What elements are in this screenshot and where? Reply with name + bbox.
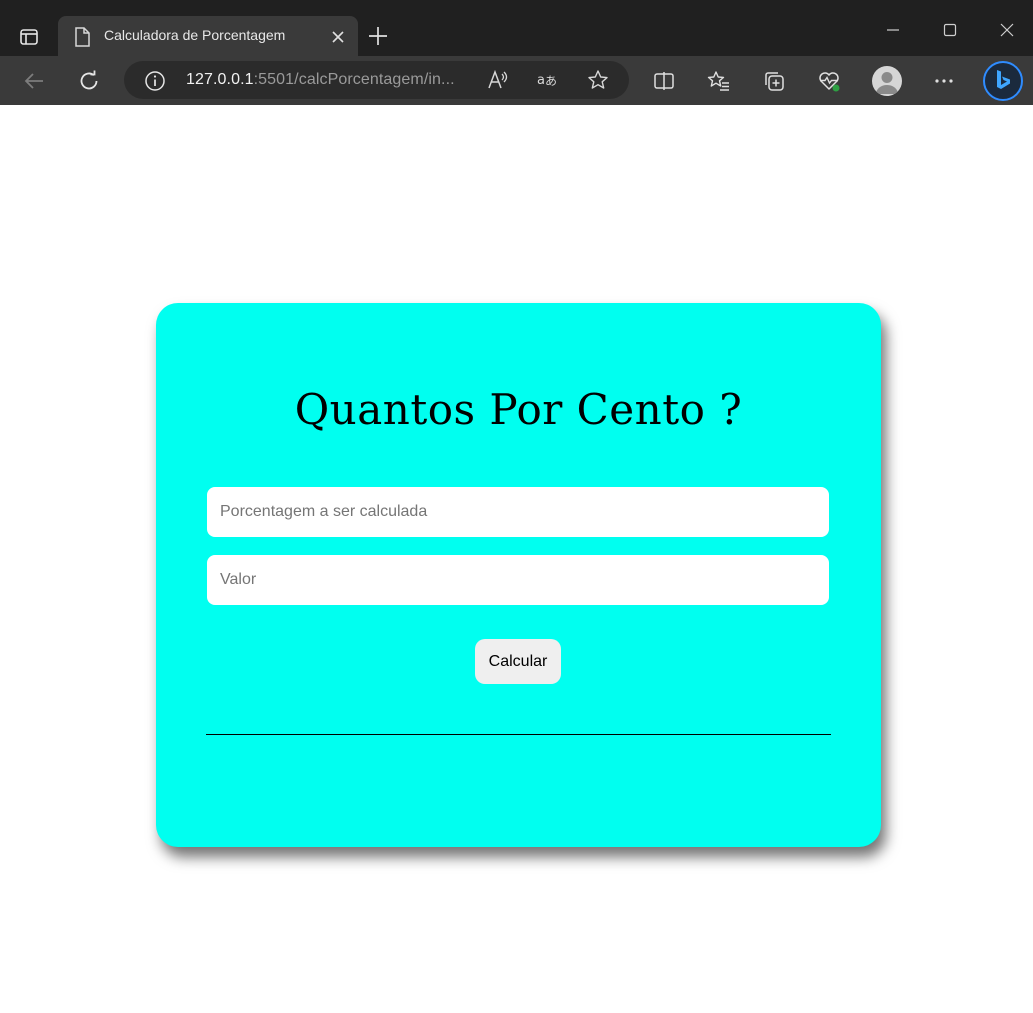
document-icon — [74, 27, 90, 52]
url-text: 127.0.0.1:5501/calcPorcentagem/in... — [186, 71, 455, 89]
browser-tabbar: Calculadora de Porcentagem — [0, 0, 1033, 56]
heart-pulse-icon[interactable] — [814, 66, 844, 96]
split-screen-icon[interactable] — [649, 66, 679, 96]
calculator-card: Quantos Por Cento ? Calcular — [156, 303, 881, 847]
more-icon[interactable] — [929, 66, 959, 96]
browser-toolbar: 127.0.0.1:5501/calcPorcentagem/in... aあ — [0, 56, 1033, 105]
page-title: Quantos Por Cento ? — [294, 385, 743, 434]
refresh-icon[interactable] — [74, 66, 104, 96]
tab-active[interactable]: Calculadora de Porcentagem — [58, 16, 358, 56]
tab-actions-icon[interactable] — [12, 22, 46, 52]
bing-icon[interactable] — [983, 61, 1023, 101]
collections-icon[interactable] — [759, 66, 789, 96]
calculate-button[interactable]: Calcular — [475, 639, 561, 684]
close-window-icon[interactable] — [992, 18, 1022, 42]
tab-title: Calculadora de Porcentagem — [104, 27, 286, 43]
percent-input[interactable] — [207, 487, 829, 537]
plus-icon[interactable] — [366, 24, 390, 48]
svg-text:あ: あ — [545, 74, 557, 88]
close-icon[interactable] — [330, 29, 346, 45]
minimize-icon[interactable] — [878, 18, 908, 42]
translate-icon[interactable]: aあ — [536, 69, 558, 91]
value-input[interactable] — [207, 555, 829, 605]
favorites-list-icon[interactable] — [704, 66, 734, 96]
divider — [206, 734, 831, 735]
address-bar[interactable]: 127.0.0.1:5501/calcPorcentagem/in... aあ — [124, 61, 629, 99]
profile-avatar[interactable] — [872, 66, 902, 96]
read-aloud-icon[interactable] — [487, 69, 509, 91]
info-icon[interactable] — [144, 70, 166, 97]
maximize-icon[interactable] — [935, 18, 965, 42]
svg-text:a: a — [537, 73, 545, 88]
url-path: :5501/calcPorcentagem/in... — [253, 71, 455, 88]
url-host: 127.0.0.1 — [186, 71, 254, 88]
star-icon[interactable] — [587, 69, 609, 91]
back-arrow-icon[interactable] — [19, 66, 49, 96]
